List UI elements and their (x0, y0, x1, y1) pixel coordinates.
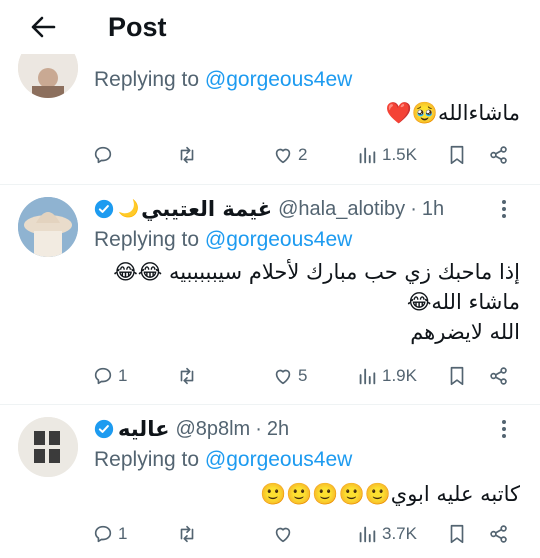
replying-to: Replying to @gorgeous4ew (94, 448, 353, 471)
reply-button[interactable]: 1 (92, 359, 127, 393)
tweet-text: ماشاءالله🥹❤️ (385, 101, 520, 125)
bookmark-button[interactable] (446, 517, 468, 551)
reply-button[interactable] (92, 138, 118, 172)
separator-dot: · (255, 417, 262, 440)
heart-icon (275, 369, 291, 385)
user-handle[interactable]: @hala_alotiby (278, 198, 405, 221)
timestamp[interactable]: 2h (267, 418, 289, 441)
action-bar: 1 5 1.9K (92, 359, 522, 393)
user-handle[interactable]: @8p8lm (175, 418, 250, 441)
like-button[interactable]: 2 (272, 138, 307, 172)
repost-button[interactable] (176, 517, 202, 551)
mention-link[interactable]: @gorgeous4ew (205, 448, 352, 471)
views-icon (359, 526, 376, 543)
top-bar: Post (0, 0, 540, 54)
heart-icon (275, 148, 291, 164)
name-emoji: 🌙 (118, 199, 140, 218)
replying-to: Replying to @gorgeous4ew (94, 228, 353, 251)
repost-button[interactable] (176, 359, 202, 393)
bookmark-icon (450, 145, 464, 165)
repost-button[interactable] (176, 138, 202, 172)
more-options-button[interactable] (492, 417, 516, 441)
like-button[interactable] (272, 517, 298, 551)
reply-tweet-3[interactable]: عاليه @8p8lm · 2h Replying to @gorgeous4… (0, 405, 540, 558)
views-icon (359, 368, 376, 385)
share-button[interactable] (488, 138, 510, 172)
tweet-text: إذا ماحبك زي حب مبارك لأحلام سيبببببيه 😂… (113, 260, 520, 344)
avatar[interactable] (18, 197, 78, 257)
reply-icon (94, 367, 112, 385)
bookmark-icon (450, 366, 464, 386)
heart-icon (275, 527, 291, 543)
more-vertical-icon (502, 200, 506, 218)
share-button[interactable] (488, 359, 510, 393)
reply-icon (94, 525, 112, 543)
like-button[interactable]: 5 (272, 359, 307, 393)
display-name[interactable]: غيمة العتيبي (141, 197, 272, 221)
action-bar: 1 3.7K (92, 517, 522, 551)
views-button[interactable]: 1.9K (356, 359, 417, 393)
tweet-text: كاتبه عليه ابوي🙂🙂🙂🙂🙂 (260, 482, 520, 506)
views-icon (359, 147, 376, 164)
action-bar: 2 1.5K (92, 138, 522, 172)
back-arrow-icon (31, 16, 56, 38)
tweet-header: عاليه @8p8lm · 2h (94, 415, 520, 443)
separator-dot: · (410, 197, 417, 220)
share-button[interactable] (488, 517, 510, 551)
bookmark-button[interactable] (446, 138, 468, 172)
repost-icon (180, 146, 194, 164)
repost-icon (180, 367, 194, 385)
views-button[interactable]: 3.7K (356, 517, 417, 551)
reply-icon (94, 146, 112, 164)
views-button[interactable]: 1.5K (356, 138, 417, 172)
share-icon (490, 146, 507, 164)
display-name[interactable]: عاليه (118, 417, 169, 441)
verified-badge-icon (94, 199, 114, 219)
share-icon (490, 367, 507, 385)
bookmark-button[interactable] (446, 359, 468, 393)
back-button[interactable] (26, 10, 60, 44)
repost-icon (180, 525, 194, 543)
mention-link[interactable]: @gorgeous4ew (205, 228, 352, 251)
bookmark-icon (450, 524, 464, 544)
reply-tweet-2[interactable]: 🌙 غيمة العتيبي @hala_alotiby · 1h Replyi… (0, 185, 540, 404)
share-icon (490, 525, 507, 543)
replying-to: Replying to @gorgeous4ew (94, 68, 353, 91)
timestamp[interactable]: 1h (422, 198, 444, 221)
tweet-header: 🌙 غيمة العتيبي @hala_alotiby · 1h (94, 195, 520, 223)
avatar[interactable] (18, 417, 78, 477)
reply-button[interactable]: 1 (92, 517, 127, 551)
verified-badge-icon (94, 419, 114, 439)
page-title: Post (108, 12, 167, 42)
more-options-button[interactable] (492, 197, 516, 221)
mention-link[interactable]: @gorgeous4ew (205, 68, 352, 91)
more-vertical-icon (502, 420, 506, 438)
